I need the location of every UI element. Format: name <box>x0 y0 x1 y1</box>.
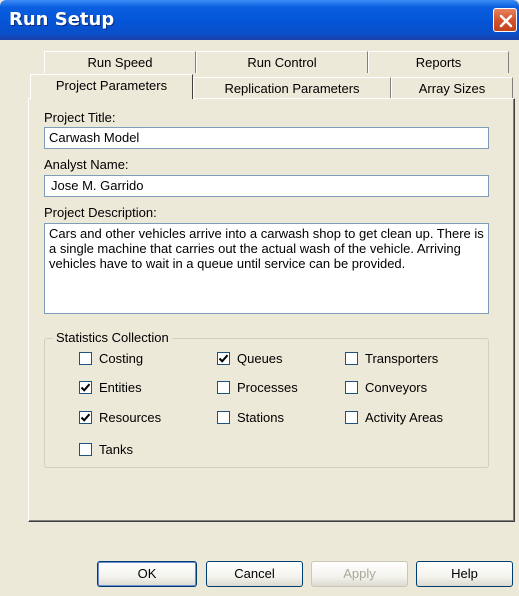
tab-array-sizes[interactable]: Array Sizes <box>391 77 513 99</box>
tab-reports[interactable]: Reports <box>368 51 509 73</box>
tab-label: Array Sizes <box>418 81 486 96</box>
processes-checkbox[interactable] <box>217 381 230 394</box>
window-title: Run Setup <box>9 9 115 30</box>
tab-run-control[interactable]: Run Control <box>196 51 368 73</box>
apply-button[interactable]: Apply <box>311 561 408 587</box>
project-title-field[interactable]: Carwash Model <box>44 127 489 149</box>
analyst-name-field[interactable]: Jose M. Garrido <box>44 175 489 197</box>
tab-replication-parameters[interactable]: Replication Parameters <box>193 77 391 99</box>
close-button[interactable] <box>493 8 517 32</box>
processes-label: Processes <box>237 380 298 395</box>
project-description-field[interactable]: Cars and other vehicles arrive into a ca… <box>44 223 489 314</box>
tab-run-speed[interactable]: Run Speed <box>44 51 196 73</box>
checkmark-icon <box>80 413 91 422</box>
help-button[interactable]: Help <box>416 561 513 587</box>
tab-label: Run Control <box>247 55 317 70</box>
entities-checkbox[interactable] <box>79 381 92 394</box>
resources-label: Resources <box>99 410 162 425</box>
tab-label: Run Speed <box>87 55 153 70</box>
tanks-label: Tanks <box>99 442 133 457</box>
conveyors-label: Conveyors <box>365 380 428 395</box>
tab-label: Replication Parameters <box>224 81 360 96</box>
queues-label: Queues <box>237 351 283 366</box>
title-bar[interactable]: Run Setup <box>0 0 519 40</box>
transporters-label: Transporters <box>365 351 439 366</box>
close-icon <box>499 14 513 28</box>
queues-checkbox[interactable] <box>217 352 230 365</box>
stations-label: Stations <box>237 410 284 425</box>
analyst-name-label: Analyst Name: <box>44 157 129 172</box>
stations-checkbox[interactable] <box>217 411 230 424</box>
tab-project-parameters[interactable]: Project Parameters <box>30 74 193 99</box>
tanks-checkbox[interactable] <box>79 443 92 456</box>
tab-label: Reports <box>415 55 462 70</box>
project-description-label: Project Description: <box>44 205 157 220</box>
conveyors-checkbox[interactable] <box>345 381 358 394</box>
costing-label: Costing <box>99 351 144 366</box>
ok-button[interactable]: OK <box>97 561 197 587</box>
run-setup-dialog: Run Setup Run Speed Run Control Reports … <box>0 0 519 596</box>
activity-areas-label: Activity Areas <box>365 410 444 425</box>
costing-checkbox[interactable] <box>79 352 92 365</box>
checkmark-icon <box>80 383 91 392</box>
cancel-button[interactable]: Cancel <box>206 561 303 587</box>
entities-label: Entities <box>99 380 142 395</box>
active-tab-joiner <box>31 97 192 100</box>
tab-label: Project Parameters <box>55 78 168 93</box>
activity-areas-checkbox[interactable] <box>345 411 358 424</box>
resources-checkbox[interactable] <box>79 411 92 424</box>
transporters-checkbox[interactable] <box>345 352 358 365</box>
project-title-label: Project Title: <box>44 110 116 125</box>
statistics-collection-title: Statistics Collection <box>53 330 172 345</box>
checkmark-icon <box>218 354 229 363</box>
